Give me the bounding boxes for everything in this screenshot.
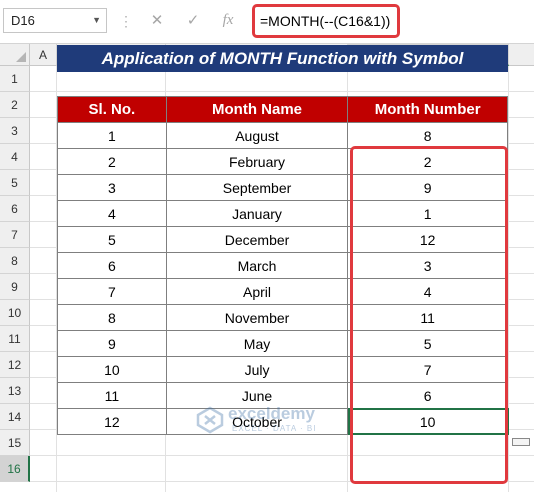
drag-handle-icon[interactable]: ⋮	[119, 10, 133, 32]
row-header-3[interactable]: 3	[0, 118, 30, 144]
cell-sl-no[interactable]: 3	[57, 174, 167, 201]
table-row: 4 January 1	[57, 200, 508, 227]
cell-sl-no[interactable]: 6	[57, 252, 167, 279]
cell-month-number[interactable]: 3	[347, 252, 508, 279]
enter-icon[interactable]: ✓	[182, 8, 204, 33]
table-row: 6 March 3	[57, 252, 508, 279]
row-header-6[interactable]: 6	[0, 196, 30, 222]
cell-month-name[interactable]: September	[165, 174, 349, 201]
table-header-row: Sl. No. Month Name Month Number	[57, 96, 508, 123]
cell-month-name[interactable]: May	[165, 330, 349, 357]
row-header-2[interactable]: 2	[0, 92, 30, 118]
cell-month-number[interactable]: 11	[347, 304, 508, 331]
cell-month-number[interactable]: 6	[347, 382, 508, 409]
page-title: Application of MONTH Function with Symbo…	[57, 45, 508, 72]
header-month-name[interactable]: Month Name	[165, 96, 349, 123]
cell-month-name[interactable]: August	[165, 122, 349, 149]
name-box[interactable]: D16 ▼	[3, 8, 107, 33]
select-all-corner[interactable]	[0, 44, 30, 66]
cell-month-name[interactable]: March	[165, 252, 349, 279]
header-month-number[interactable]: Month Number	[347, 96, 508, 123]
cell-month-name[interactable]: October	[165, 408, 349, 435]
cell-month-name[interactable]: July	[165, 356, 349, 383]
chevron-down-icon[interactable]: ▼	[92, 9, 101, 32]
column-header-e[interactable]	[509, 44, 534, 66]
column-header-a[interactable]: A	[30, 44, 57, 66]
table-row: 3 September 9	[57, 174, 508, 201]
header-sl-no[interactable]: Sl. No.	[57, 96, 167, 123]
name-box-value: D16	[11, 13, 35, 28]
table-row: 10 July 7	[57, 356, 508, 383]
cell-sl-no[interactable]: 2	[57, 148, 167, 175]
formula-input[interactable]: =MONTH(--(C16&1))	[252, 4, 400, 38]
cell-month-name[interactable]: February	[165, 148, 349, 175]
row-header-9[interactable]: 9	[0, 274, 30, 300]
cell-month-number[interactable]: 5	[347, 330, 508, 357]
cell-month-number[interactable]: 12	[347, 226, 508, 253]
cancel-icon[interactable]: ✕	[146, 8, 168, 33]
cell-sl-no[interactable]: 8	[57, 304, 167, 331]
table-row: 11 June 6	[57, 382, 508, 409]
cell-sl-no[interactable]: 10	[57, 356, 167, 383]
cell-sl-no[interactable]: 11	[57, 382, 167, 409]
row-header-13[interactable]: 13	[0, 378, 30, 404]
cell-month-name[interactable]: January	[165, 200, 349, 227]
cell-sl-no[interactable]: 7	[57, 278, 167, 305]
table-row: 5 December 12	[57, 226, 508, 253]
table-row: 7 April 4	[57, 278, 508, 305]
row-header-10[interactable]: 10	[0, 300, 30, 326]
table-row: 12 October 10	[57, 408, 508, 435]
cell-sl-no[interactable]: 4	[57, 200, 167, 227]
row-header-4[interactable]: 4	[0, 144, 30, 170]
row-header-12[interactable]: 12	[0, 352, 30, 378]
cell-month-number[interactable]: 9	[347, 174, 508, 201]
row-header-16[interactable]: 16	[0, 456, 30, 482]
cell-month-number[interactable]: 10	[347, 408, 508, 435]
paste-options-icon[interactable]	[512, 438, 530, 446]
cell-sl-no[interactable]: 1	[57, 122, 167, 149]
row-header-8[interactable]: 8	[0, 248, 30, 274]
month-table: Sl. No. Month Name Month Number 1 August 8…	[57, 96, 508, 435]
cell-month-name[interactable]: June	[165, 382, 349, 409]
cell-month-number[interactable]: 7	[347, 356, 508, 383]
row-header-11[interactable]: 11	[0, 326, 30, 352]
table-row: 2 February 2	[57, 148, 508, 175]
row-header-14[interactable]: 14	[0, 404, 30, 430]
cell-month-name[interactable]: November	[165, 304, 349, 331]
row-header-5[interactable]: 5	[0, 170, 30, 196]
cell-sl-no[interactable]: 5	[57, 226, 167, 253]
table-row: 9 May 5	[57, 330, 508, 357]
formula-bar: D16 ▼ ⋮ ✕ ✓ fx =MONTH(--(C16&1))	[0, 0, 534, 44]
row-header-7[interactable]: 7	[0, 222, 30, 248]
cell-month-number[interactable]: 4	[347, 278, 508, 305]
table-row: 8 November 11	[57, 304, 508, 331]
cell-month-number[interactable]: 2	[347, 148, 508, 175]
cell-month-number[interactable]: 1	[347, 200, 508, 227]
cell-sl-no[interactable]: 12	[57, 408, 167, 435]
table-row: 1 August 8	[57, 122, 508, 149]
cell-month-number[interactable]: 8	[347, 122, 508, 149]
cell-month-name[interactable]: December	[165, 226, 349, 253]
row-header-15[interactable]: 15	[0, 430, 30, 456]
row-header-1[interactable]: 1	[0, 66, 30, 92]
cell-sl-no[interactable]: 9	[57, 330, 167, 357]
cell-month-name[interactable]: April	[165, 278, 349, 305]
insert-function-icon[interactable]: fx	[217, 8, 239, 33]
